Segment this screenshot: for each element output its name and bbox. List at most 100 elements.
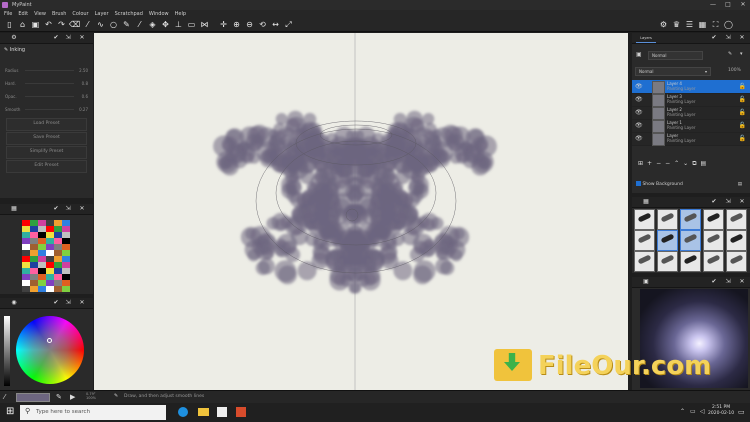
check-icon[interactable]: ✔: [52, 205, 60, 213]
notepad-icon[interactable]: [217, 407, 227, 417]
undo-icon[interactable]: ↶: [43, 19, 54, 30]
clock[interactable]: 2:51 PM 2020-02-10: [708, 405, 734, 417]
eraser-icon[interactable]: ⌫: [69, 19, 80, 30]
load-preset-button[interactable]: Load Preset: [6, 118, 87, 131]
brush-preset-sponge[interactable]: [726, 251, 747, 272]
show-background-row[interactable]: Show Background ▤: [636, 180, 746, 189]
move-down-icon[interactable]: ⌄: [683, 160, 688, 170]
brush-preset-charcoal[interactable]: [657, 209, 678, 230]
menu-colour[interactable]: Colour: [72, 10, 88, 18]
current-colour-swatch[interactable]: [16, 393, 50, 402]
new-document-icon[interactable]: ▯: [4, 19, 15, 30]
pen-icon[interactable]: ✎: [121, 19, 132, 30]
brush-preset-pencil[interactable]: [634, 209, 655, 230]
close-icon[interactable]: ✕: [738, 278, 746, 286]
check-icon[interactable]: ✔: [52, 34, 60, 42]
symmetry-icon[interactable]: ⋈: [199, 19, 210, 30]
menu-file[interactable]: File: [4, 10, 12, 18]
lock-icon[interactable]: 🔓: [739, 96, 746, 104]
edit-icon[interactable]: ✎: [56, 393, 62, 401]
taskbar-search-box[interactable]: ⚲ Type here to search: [20, 405, 166, 420]
lock-icon[interactable]: 🔓: [739, 109, 746, 117]
layer-menu-icon[interactable]: ▾: [740, 51, 743, 57]
show-background-checkbox[interactable]: [636, 181, 641, 186]
ink-icon[interactable]: ⁄: [134, 19, 145, 30]
volume-icon[interactable]: ◁: [700, 408, 705, 415]
palette-swatch[interactable]: [54, 286, 62, 292]
layer-row[interactable]: 👁 Layer 2 Painting Layer 🔓: [632, 106, 750, 120]
check-icon[interactable]: ✔: [710, 34, 718, 42]
palette-swatch[interactable]: [46, 286, 54, 292]
clone-icon[interactable]: ✥: [160, 19, 171, 30]
flip-icon[interactable]: ↔: [270, 19, 281, 30]
save-preset-button[interactable]: Save Preset: [6, 132, 87, 145]
edge-icon[interactable]: [178, 407, 188, 417]
zoom-in-icon[interactable]: ⊕: [231, 19, 242, 30]
tray-chevron-icon[interactable]: ⌃: [680, 408, 685, 415]
pin-icon[interactable]: ⇲: [64, 205, 72, 213]
play-icon[interactable]: ▶: [70, 393, 75, 401]
close-icon[interactable]: ✕: [738, 34, 746, 42]
open-icon[interactable]: ⌂: [17, 19, 28, 30]
rotate-icon[interactable]: ⟲: [257, 19, 268, 30]
pin-icon[interactable]: ⇲: [64, 34, 72, 42]
brush-preset-smudge[interactable]: [703, 230, 724, 251]
fullscreen-toggle-icon[interactable]: ⛶: [710, 19, 721, 30]
colour-picker-handle[interactable]: [47, 338, 52, 343]
layer-row[interactable]: 👁 Layer Painting Layer 🔓: [632, 132, 750, 146]
lock-icon[interactable]: 🔓: [739, 122, 746, 130]
brush-settings-icon[interactable]: ♛: [671, 19, 682, 30]
menu-view[interactable]: View: [34, 10, 46, 18]
redo-icon[interactable]: ↷: [56, 19, 67, 30]
drawing-canvas[interactable]: [94, 33, 628, 390]
close-icon[interactable]: ✕: [78, 34, 86, 42]
close-icon[interactable]: ✕: [78, 205, 86, 213]
pin-icon[interactable]: ⇲: [724, 34, 732, 42]
eye-icon[interactable]: 👁: [635, 122, 643, 130]
move-up-icon[interactable]: ⌃: [674, 160, 679, 170]
menu-brush[interactable]: Brush: [52, 10, 66, 18]
palette-swatch[interactable]: [62, 286, 70, 292]
brush-preset-pen[interactable]: [657, 230, 678, 251]
duplicate-icon[interactable]: ⧉: [692, 160, 696, 170]
eye-icon[interactable]: 👁: [635, 83, 643, 91]
blend-mode-select[interactable]: Normal ▾: [635, 67, 711, 76]
brush-preset-ink[interactable]: [680, 209, 701, 230]
palette-swatch[interactable]: [38, 286, 46, 292]
eye-icon[interactable]: 👁: [635, 135, 643, 143]
brush-preset-blend[interactable]: [680, 230, 701, 251]
transform-icon[interactable]: ✛: [218, 19, 229, 30]
close-icon[interactable]: ✕: [78, 299, 86, 307]
menu-help[interactable]: Help: [175, 10, 186, 18]
pin-icon[interactable]: ⇲: [724, 198, 732, 206]
minimize-button[interactable]: —: [706, 0, 720, 10]
settings-icon[interactable]: ⚙: [658, 19, 669, 30]
check-icon[interactable]: ✔: [710, 198, 718, 206]
menu-edit[interactable]: Edit: [18, 10, 28, 18]
save-icon[interactable]: ▣: [30, 19, 41, 30]
eye-icon[interactable]: 👁: [635, 109, 643, 117]
edit-preset-button[interactable]: Edit Preset: [6, 160, 87, 173]
palette-icon[interactable]: ▦: [697, 19, 708, 30]
reset-icon[interactable]: ◯: [723, 19, 734, 30]
colour-wheel[interactable]: [16, 316, 84, 384]
new-layer-icon[interactable]: ⊞: [638, 160, 643, 170]
layer-row[interactable]: 👁 Layer 3 Painting Layer 🔓: [632, 93, 750, 107]
file-explorer-icon[interactable]: [198, 408, 209, 416]
value-slider[interactable]: [4, 316, 10, 386]
layer-mode-select[interactable]: Normal: [648, 51, 703, 60]
palette-swatch[interactable]: [30, 286, 38, 292]
tab-layers[interactable]: Layers: [636, 34, 656, 43]
close-icon[interactable]: ✕: [738, 198, 746, 206]
merge-icon[interactable]: ▤: [700, 160, 706, 170]
notifications-icon[interactable]: ▭: [738, 408, 745, 416]
brush-preset-bristle[interactable]: [703, 251, 724, 272]
brush-preset-dry[interactable]: [680, 251, 701, 272]
layer-row[interactable]: 👁 Layer 4 Painting Layer 🔓: [632, 80, 750, 94]
menu-layer[interactable]: Layer: [95, 10, 109, 18]
brush-preset-airbrush[interactable]: [703, 209, 724, 230]
ellipse-icon[interactable]: ○: [108, 19, 119, 30]
pin-icon[interactable]: ⇲: [64, 299, 72, 307]
pin-icon[interactable]: ⇲: [724, 278, 732, 286]
brush-preset-knife[interactable]: [634, 230, 655, 251]
